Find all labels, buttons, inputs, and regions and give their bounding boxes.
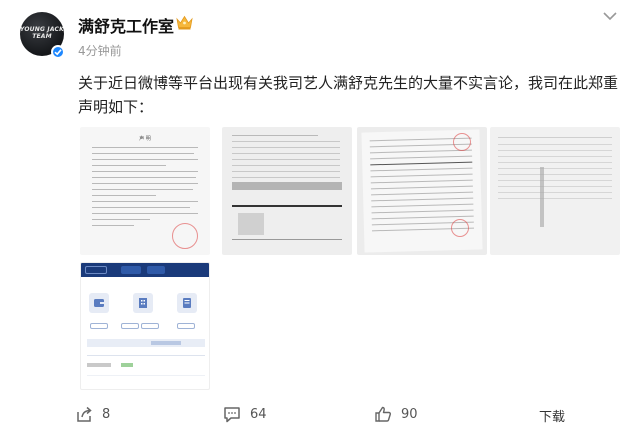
post-image-1[interactable]: 声 明 — [80, 127, 210, 255]
red-stamp — [453, 133, 471, 151]
redacted-bar — [232, 182, 342, 190]
author-name[interactable]: 满舒克工作室 — [78, 13, 174, 37]
post-image-3[interactable] — [357, 127, 487, 255]
share-button[interactable]: 8 — [76, 403, 110, 425]
document-text-lines — [498, 137, 612, 204]
post-image-5[interactable] — [80, 262, 210, 390]
share-icon — [77, 406, 92, 422]
redacted-block — [238, 213, 264, 235]
download-button[interactable]: 下载 — [539, 406, 565, 425]
app-header — [81, 263, 209, 277]
comment-icon — [224, 406, 240, 422]
app-cell — [151, 341, 181, 345]
comment-count: 64 — [250, 406, 267, 422]
post-image-2[interactable] — [222, 127, 352, 255]
weibo-post: YOUNG JACK TEAM 满舒克工作室 4分钟前 关于近日微博等平台出现有关… — [0, 0, 637, 430]
document-text-lines — [232, 135, 340, 183]
table-rule — [232, 239, 342, 240]
chevron-down-icon[interactable] — [602, 10, 618, 22]
document-title: 声 明 — [139, 136, 151, 142]
wallet-icon — [89, 293, 109, 313]
like-count: 90 — [401, 406, 418, 422]
post-time[interactable]: 4分钟前 — [78, 42, 122, 59]
red-stamp — [451, 219, 469, 237]
document-text-lines — [92, 147, 198, 231]
avatar-logo-text: YOUNG JACK TEAM — [20, 26, 64, 40]
verified-badge-icon — [51, 45, 65, 59]
like-button[interactable]: 90 — [374, 403, 418, 425]
document-icon — [177, 293, 197, 313]
crown-icon — [176, 15, 193, 30]
table-rule — [232, 205, 342, 207]
thumbs-up-icon — [375, 406, 391, 422]
table-column-marks — [540, 167, 544, 227]
app-row — [87, 339, 205, 347]
red-stamp — [172, 223, 198, 249]
post-text: 关于近日微博等平台出现有关我司艺人满舒克先生的大量不实言论，我司在此郑重声明如下… — [78, 74, 619, 116]
building-icon — [133, 293, 153, 313]
post-image-4[interactable] — [490, 127, 620, 255]
comment-button[interactable]: 64 — [223, 403, 267, 425]
share-count: 8 — [102, 406, 111, 422]
